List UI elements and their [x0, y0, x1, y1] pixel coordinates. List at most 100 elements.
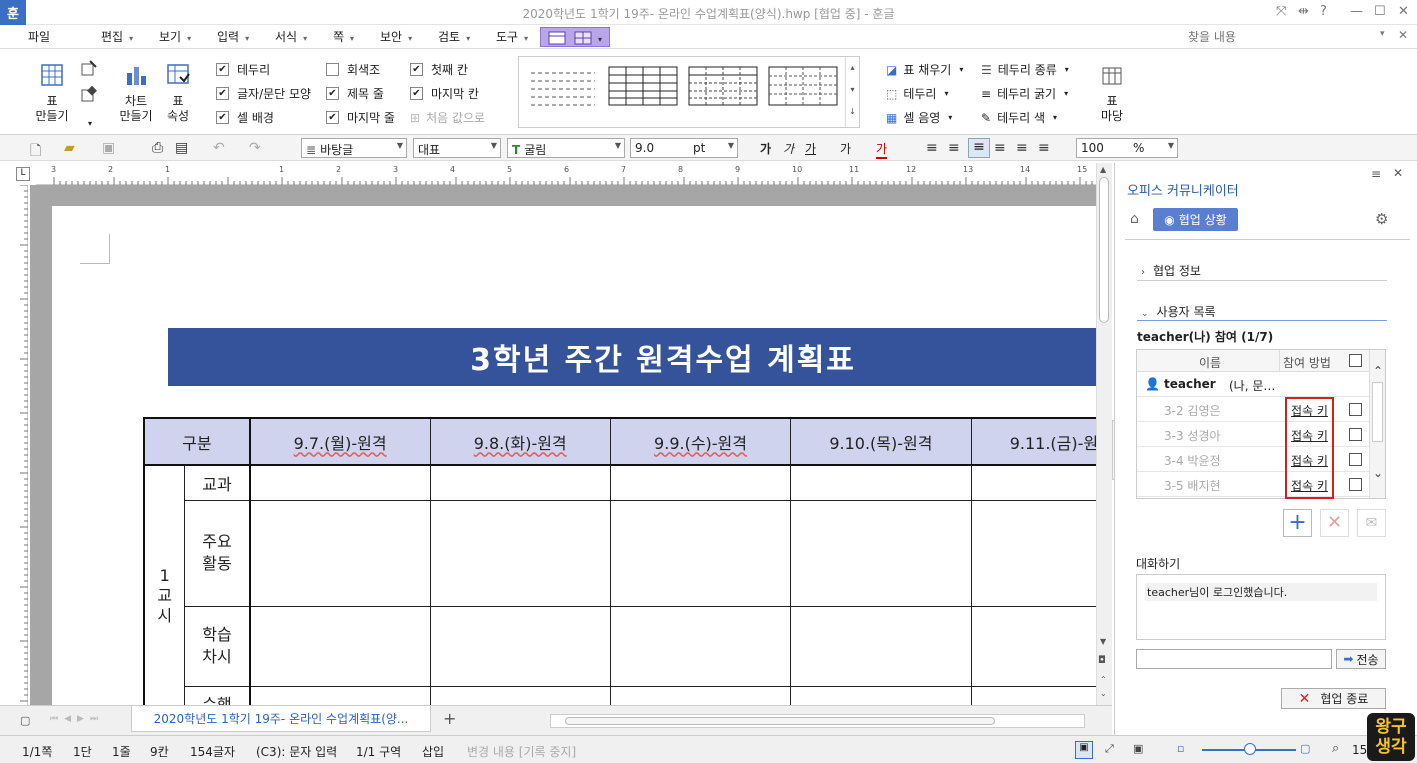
header-day-4[interactable]: 9.10.(목)-원격 — [790, 417, 972, 466]
search-input[interactable] — [1188, 28, 1378, 46]
page-nav-icon[interactable]: ◘ — [1098, 655, 1106, 666]
check-cell-bg[interactable]: ✔ 셀 배경 — [216, 109, 274, 126]
period-cell[interactable]: 1 교 시 — [143, 464, 186, 705]
table-cell[interactable] — [248, 499, 431, 607]
scroll-thumb[interactable] — [1372, 382, 1383, 442]
chart-make-button[interactable]: 차트 만들기 — [114, 63, 158, 124]
table-cell[interactable] — [790, 464, 972, 501]
table-cell[interactable] — [429, 685, 611, 705]
status-zoom[interactable]: 15 — [1352, 743, 1367, 757]
table-cell[interactable] — [609, 605, 792, 687]
underline-button[interactable]: 가 — [805, 140, 816, 157]
align-right-icon[interactable]: ≡ — [994, 140, 1006, 156]
check-last-col[interactable]: ✔ 마지막 칸 — [410, 85, 479, 102]
check-char-para[interactable]: ✔ 글자/문단 모양 — [216, 85, 311, 102]
table-cell[interactable] — [429, 605, 611, 687]
menu-security[interactable]: 보안 ▾ — [380, 28, 412, 45]
table-cell[interactable] — [790, 685, 972, 705]
scroll-up-icon[interactable]: ▲ — [1100, 165, 1106, 174]
user-checkbox[interactable] — [1349, 453, 1362, 466]
maximize-icon[interactable]: ☐ — [1374, 4, 1386, 19]
header-day-3[interactable]: 9.9.(수)-원격 — [609, 417, 792, 466]
border-color-button[interactable]: ✎ 테두리 색 ▾ — [981, 109, 1057, 126]
border-type-button[interactable]: ☰ 테두리 종류 ▾ — [981, 61, 1069, 78]
user-row[interactable]: 3-4 박윤정 접속 키 — [1137, 447, 1369, 472]
scroll-thumb[interactable] — [1099, 177, 1109, 323]
table-cell[interactable] — [248, 464, 431, 501]
table-style-outline[interactable] — [767, 65, 839, 107]
header-day-5[interactable]: 9.11.(금)-원격 — [970, 417, 1096, 466]
table-cell[interactable] — [970, 605, 1096, 687]
collab-status-button[interactable]: ◉ 협업 상황 — [1153, 208, 1238, 231]
align-left-icon[interactable]: ≡ — [948, 140, 960, 156]
draw-table-icon[interactable] — [80, 59, 98, 80]
close-search-icon[interactable]: ✕ — [1398, 28, 1408, 42]
menu-view[interactable]: 보기 ▾ — [159, 28, 191, 45]
table-context-tab[interactable]: ▾ — [540, 27, 610, 47]
menu-insert[interactable]: 입력 ▾ — [217, 28, 249, 45]
panel-menu-icon[interactable]: ≡ — [1371, 167, 1381, 181]
help-icon[interactable]: ? — [1320, 4, 1327, 19]
minimize-icon[interactable]: — — [1350, 4, 1363, 19]
reset-default-button[interactable]: ⊞ 처음 값으로 — [410, 109, 485, 126]
bold-button[interactable]: 가 — [760, 140, 771, 157]
table-cell[interactable] — [970, 464, 1096, 501]
chevron-down-icon[interactable]: ▾ — [1380, 29, 1385, 39]
view-page-icon[interactable]: ▣ — [1133, 742, 1143, 755]
send-button[interactable]: ➡ 전송 — [1336, 649, 1386, 669]
user-list-scrollbar[interactable]: ⌃ ⌄ — [1369, 350, 1385, 498]
border-width-button[interactable]: ≡ 테두리 굵기 ▾ — [981, 85, 1068, 102]
table-make-button[interactable]: 표 만들기 — [30, 63, 74, 124]
user-row[interactable]: 3-3 성경아 접속 키 — [1137, 422, 1369, 447]
menu-file[interactable]: 파일 — [28, 28, 50, 45]
open-folder-icon[interactable]: ▰ — [64, 140, 75, 156]
style-type-combo[interactable]: 대표 ▼ — [413, 138, 501, 158]
redo-icon[interactable]: ↷ — [249, 140, 261, 156]
menu-tools[interactable]: 도구 ▾ — [496, 28, 528, 45]
table-cell[interactable] — [790, 499, 972, 607]
fullscreen-icon[interactable]: ⤧ — [1276, 4, 1286, 19]
font-size-combo[interactable]: 9.0 pt ▼ — [630, 138, 738, 158]
align-distribute-icon[interactable]: ≡ — [1016, 140, 1028, 156]
collab-info-header[interactable]: › 협업 정보 — [1141, 262, 1201, 279]
mail-icon[interactable]: ✉ — [1357, 509, 1386, 537]
panel-close-icon[interactable]: ✕ — [1393, 166, 1403, 180]
tab-type-icon[interactable]: L — [16, 167, 30, 181]
italic-button[interactable]: 가 — [783, 140, 794, 157]
table-cell[interactable] — [609, 464, 792, 501]
zoom-slider-thumb[interactable] — [1244, 743, 1256, 755]
magnifier-icon[interactable]: ⌕ — [1332, 741, 1339, 756]
strike-button[interactable]: 가 — [840, 140, 851, 157]
plan-table[interactable]: 구분 9.7.(월)-원격 9.8.(화)-원격 9.9.(수)-원격 9.10… — [143, 417, 1096, 705]
end-collab-button[interactable]: ✕ 협업 종료 — [1281, 688, 1386, 709]
eraser-icon[interactable] — [80, 85, 98, 106]
menu-format[interactable]: 서식 ▾ — [275, 28, 307, 45]
scroll-down-icon[interactable]: ⌄ — [1373, 466, 1383, 480]
table-cell[interactable] — [609, 685, 792, 705]
select-all-checkbox[interactable] — [1349, 354, 1362, 367]
next-page-icon[interactable]: ⌄ — [1100, 689, 1107, 698]
status-track-changes[interactable]: 변경 내용 [기록 중지] — [467, 743, 576, 760]
check-title-row[interactable]: ✔ 제목 줄 — [326, 85, 384, 102]
user-list-header[interactable]: ⌄ 사용자 목록 — [1141, 303, 1216, 320]
user-checkbox[interactable] — [1349, 428, 1362, 441]
hscroll-thumb[interactable] — [565, 717, 995, 725]
status-insert-mode[interactable]: 삽입 — [422, 743, 444, 760]
user-row-owner[interactable]: 👤 teacher (나, 문… — [1137, 372, 1369, 397]
vertical-ruler[interactable] — [8, 184, 28, 705]
row-label-activity[interactable]: 주요 활동 — [184, 499, 251, 607]
align-justify-icon[interactable]: ≡ — [926, 140, 938, 156]
tab-list-icon[interactable]: ▢ — [20, 714, 30, 727]
add-user-button[interactable]: + — [1283, 509, 1312, 537]
check-border[interactable]: ✔ 테두리 — [216, 61, 270, 78]
row-label-lesson[interactable]: 학습 차시 — [184, 605, 251, 687]
table-cell[interactable] — [248, 605, 431, 687]
page-title-banner[interactable]: 3학년 주간 원격수업 계획표 — [168, 328, 1096, 386]
menu-edit[interactable]: 편집 ▾ — [101, 28, 133, 45]
check-first-col[interactable]: ✔ 첫째 칸 — [410, 61, 468, 78]
table-props-button[interactable]: 표 속성 — [158, 63, 198, 124]
tab-current-document[interactable]: 2020학년도 1학기 19주- 온라인 수업계획표(양... — [131, 706, 431, 732]
zoom-in-icon[interactable]: ▢ — [1300, 742, 1310, 755]
prev-page-icon[interactable]: ⌃ — [1100, 675, 1107, 684]
table-style-gallery[interactable]: ▴ ▾ ↓ — [518, 56, 860, 128]
